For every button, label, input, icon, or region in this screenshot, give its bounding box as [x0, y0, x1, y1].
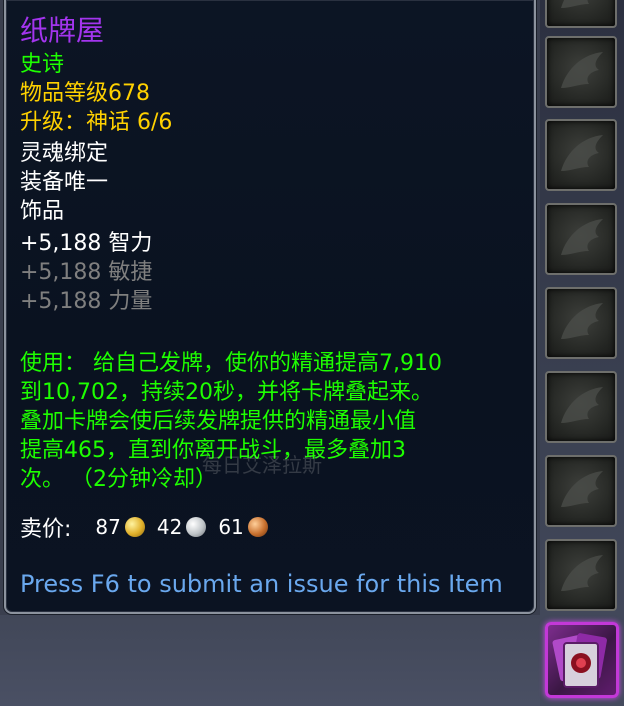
use-effect-line: 叠加卡牌会使后续发牌提供的精通最小值 — [20, 409, 417, 434]
copper-coin-icon — [247, 517, 268, 537]
item-tooltip: 纸牌屋 史诗 物品等级678 升级：神话 6/6 灵魂绑定 装备唯一 饰品 +5… — [4, 0, 536, 614]
empty-slot-wing-icon — [561, 555, 603, 591]
empty-slot-wing-icon — [561, 0, 589, 8]
silver-amount: 42 — [156, 515, 183, 539]
equipment-slot[interactable] — [545, 119, 617, 191]
equipment-slot[interactable] — [545, 455, 617, 527]
sell-price: 卖价: 87 42 61 — [20, 510, 280, 544]
gold-amount: 87 — [95, 515, 121, 539]
equipment-slot[interactable] — [545, 539, 617, 611]
use-effect-line: 使用： 给自己发牌，使你的精通提高7,910 — [20, 351, 442, 376]
stat-strength: +5,188 力量 — [20, 289, 153, 314]
equipment-slot[interactable] — [545, 203, 617, 275]
stat-intellect: +5,188 智力 — [20, 231, 153, 256]
item-unique: 装备唯一 — [20, 170, 109, 195]
item-upgrade: 升级：神话 6/6 — [20, 110, 173, 135]
report-issue-hint: Press F6 to submit an issue for this Ite… — [20, 570, 503, 598]
item-binding: 灵魂绑定 — [20, 141, 109, 166]
bottom-panel-bg — [0, 615, 540, 706]
empty-slot-wing-icon — [561, 135, 603, 171]
equipment-slot[interactable] — [545, 36, 617, 108]
empty-slot-wing-icon — [561, 387, 603, 423]
item-quality: 史诗 — [20, 52, 65, 77]
empty-slot-wing-icon — [561, 219, 603, 255]
trinket-house-of-cards-icon — [552, 633, 607, 688]
empty-slot-wing-icon — [561, 471, 603, 507]
silver-coin-icon — [186, 517, 207, 537]
empty-slot-wing-icon — [561, 303, 603, 339]
gold-coin-icon — [124, 517, 145, 537]
equipment-slot[interactable] — [545, 0, 617, 28]
item-name: 纸牌屋 — [20, 14, 105, 47]
stat-agility: +5,188 敏捷 — [20, 260, 153, 285]
item-slot: 饰品 — [20, 199, 65, 224]
sell-price-label: 卖价: — [20, 517, 72, 542]
trinket-slot[interactable] — [545, 622, 619, 698]
copper-amount: 61 — [218, 515, 244, 539]
use-effect-line: 到10,702，持续20秒，并将卡牌叠起来。 — [20, 380, 433, 405]
empty-slot-wing-icon — [561, 52, 603, 88]
equipment-slot[interactable] — [545, 371, 617, 443]
watermark: 每日艾泽拉斯 — [202, 453, 322, 477]
item-level: 物品等级678 — [20, 81, 150, 106]
equipment-slot[interactable] — [545, 287, 617, 359]
